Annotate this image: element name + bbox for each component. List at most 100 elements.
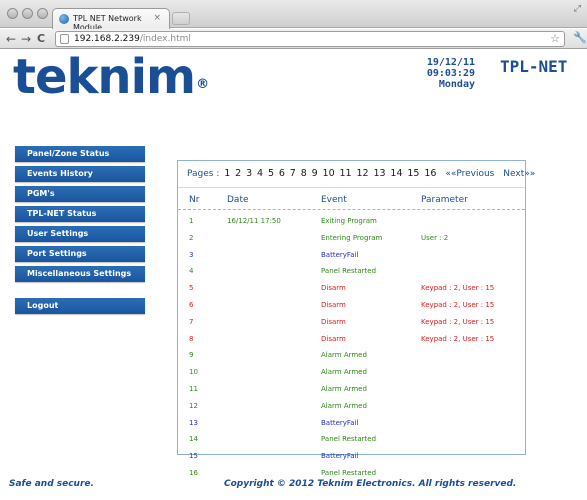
table-row: 1 16/12/11 17:50 Exiting Program [178,215,525,231]
page-link[interactable]: 9 [312,168,318,179]
datetime-display: 19/12/11 09:03:29 Monday [385,57,475,90]
page-link[interactable]: 8 [301,168,307,179]
events-history-panel: Pages : 1 2 3 4 5 6 7 8 9 10 11 12 13 14… [177,160,535,477]
cell-parameter: Keypad : 2, User : 15 [421,334,495,343]
logout-button[interactable]: Logout [15,298,145,314]
cell-nr: 8 [189,334,194,343]
cell-event: Alarm Armed [321,401,367,410]
menu-pgms[interactable]: PGM's [15,186,145,202]
header-divider [178,209,525,210]
tab-close-icon[interactable]: × [153,13,161,23]
cell-nr: 11 [189,385,198,393]
teknim-logo: teknim® [13,47,209,107]
page-link[interactable]: 7 [290,168,296,179]
pager-divider [178,187,525,188]
page-link[interactable]: 12 [356,168,368,179]
menu-user-settings[interactable]: User Settings [15,226,145,242]
current-weekday: Monday [438,79,475,90]
cell-event: Disarm [321,301,346,309]
header-nr: Nr [189,195,200,205]
wrench-icon[interactable]: 🔧 [573,31,587,44]
cell-event: Panel Restarted [321,469,377,477]
logo-text: teknim [13,49,196,105]
zoom-window-icon[interactable] [37,8,48,19]
table-row: 4 Panel Restarted [178,265,525,281]
cell-parameter: Keypad : 2, User : 15 [421,301,495,309]
page-link[interactable]: 2 [235,168,241,179]
bookmark-star-icon[interactable]: ☆ [550,32,560,46]
address-bar[interactable]: 192.168.2.239/index.html ☆ [55,31,565,47]
cell-nr: 5 [189,284,194,293]
page-link[interactable]: 10 [323,168,335,179]
table-row: 8 Disarm Keypad : 2, User : 15 [178,333,525,349]
cell-event: Panel Restarted [321,267,377,276]
table-header: Nr Date Event Parameter [178,189,525,209]
forward-arrow-icon[interactable]: → [21,31,31,47]
globe-icon [59,14,69,24]
cell-parameter: Keypad : 2, User : 15 [421,284,495,293]
page-link[interactable]: 14 [390,168,402,179]
page-link[interactable]: 13 [373,168,385,179]
reload-icon[interactable]: C [37,31,45,47]
cell-parameter: User : 2 [421,233,449,242]
footer-tagline: Safe and secure. [9,479,94,489]
pagination: Pages : 1 2 3 4 5 6 7 8 9 10 11 12 13 14… [178,161,535,185]
cell-nr: 1 [189,217,194,225]
browser-titlebar: TPL NET Network Module × ⤢ [0,0,587,32]
new-tab-button[interactable] [172,12,190,25]
page-link[interactable]: 11 [340,168,352,179]
cell-parameter: Keypad : 2, User : 15 [421,317,495,326]
cell-event: Disarm [321,284,346,293]
table-row: 5 Disarm Keypad : 2, User : 15 [178,282,525,298]
page-icon [60,34,69,44]
page-link[interactable]: 1 [224,168,230,179]
close-window-icon[interactable] [7,8,18,19]
menu-tpl-net-status[interactable]: TPL-NET Status [15,206,145,222]
table-row: 11 Alarm Armed [178,383,525,399]
menu-miscellaneous-settings[interactable]: Miscellaneous Settings [15,266,145,282]
cell-nr: 6 [189,301,194,309]
current-time: 09:03:29 [426,68,475,79]
table-row: 9 Alarm Armed [178,349,525,365]
table-row: 2 Entering Program User : 2 [178,232,525,248]
cell-event: BatteryFail [321,418,359,427]
cell-nr: 16 [189,469,198,477]
menu-events-history[interactable]: Events History [15,166,145,182]
cell-nr: 7 [189,317,194,326]
next-page-link[interactable]: Next»» [503,169,535,179]
pages-label: Pages : [187,169,220,179]
cell-nr: 10 [189,368,198,377]
cell-event: Alarm Armed [321,385,367,393]
cell-event: Exiting Program [321,217,377,225]
page-link[interactable]: 15 [407,168,419,179]
table-row: 7 Disarm Keypad : 2, User : 15 [178,316,525,332]
url-host: 192.168.2.239 [74,34,140,44]
cell-nr: 3 [189,250,194,259]
page-link[interactable]: 16 [424,168,436,179]
cell-nr: 9 [189,351,194,360]
previous-page-link[interactable]: ««Previous [445,169,494,179]
cell-nr: 12 [189,401,198,410]
page-link[interactable]: 4 [257,168,263,179]
cell-event: Entering Program [321,233,383,242]
header-parameter: Parameter [421,195,468,205]
header-date: Date [227,195,249,205]
table-row: 13 BatteryFail [178,417,525,433]
cell-event: Alarm Armed [321,351,367,360]
table-row: 14 Panel Restarted [178,433,525,449]
menu-panel-zone-status[interactable]: Panel/Zone Status [15,146,145,162]
cell-event: Alarm Armed [321,368,367,377]
fullscreen-icon[interactable]: ⤢ [574,4,581,14]
cell-nr: 14 [189,435,198,444]
browser-tab[interactable]: TPL NET Network Module × [52,8,170,32]
page-link[interactable]: 5 [268,168,274,179]
back-arrow-icon[interactable]: ← [6,31,16,47]
cell-event: Panel Restarted [321,435,377,444]
page-link[interactable]: 6 [279,168,285,179]
minimize-window-icon[interactable] [22,8,33,19]
footer-copyright: Copyright © 2012 Teknim Electronics. All… [224,479,517,489]
product-name: TPL-NET [500,57,568,76]
table-row: 6 Disarm Keypad : 2, User : 15 [178,299,525,315]
menu-port-settings[interactable]: Port Settings [15,246,145,262]
page-link[interactable]: 3 [246,168,252,179]
